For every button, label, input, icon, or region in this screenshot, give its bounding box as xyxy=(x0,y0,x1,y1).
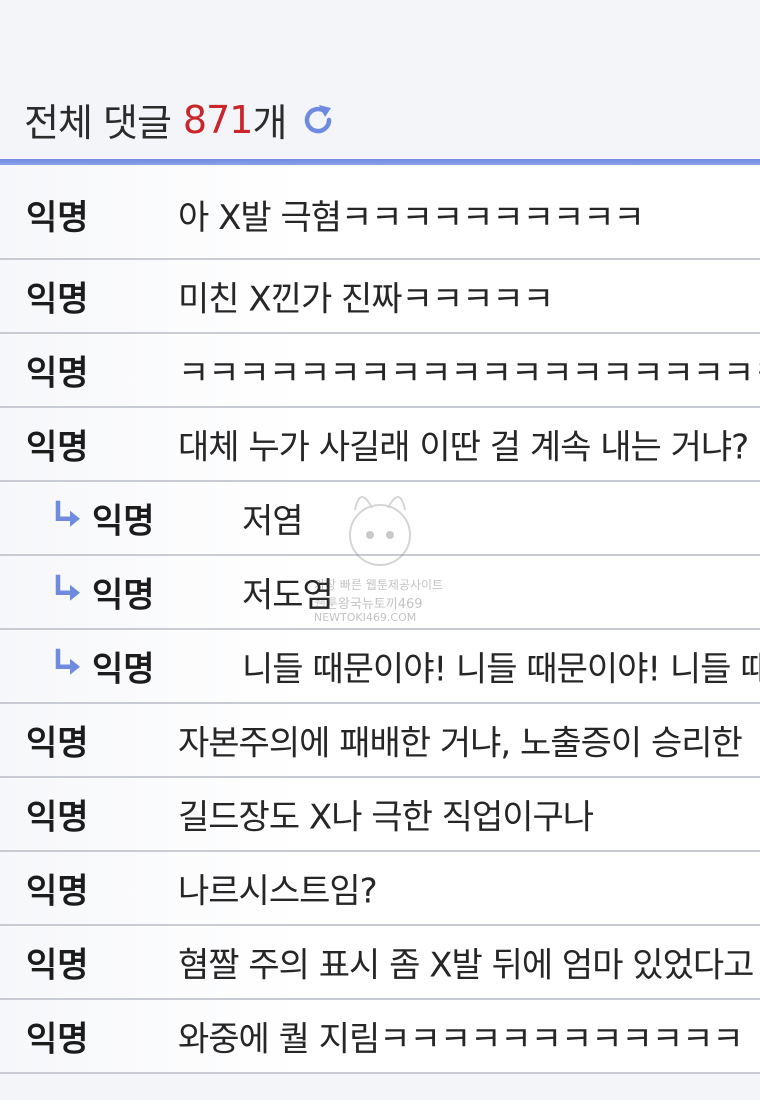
comment-text: 혐짤 주의 표시 좀 X발 뒤에 엄마 있었다고 xyxy=(178,945,754,986)
comments-header: 전체 댓글 871 개 xyxy=(0,0,760,160)
comment-text: 저도염 xyxy=(242,575,334,616)
comment-text: 저염 xyxy=(242,501,304,542)
comment-text: 대체 누가 사길래 이딴 걸 계속 내는 거냐? xyxy=(178,427,749,468)
reply-arrow-icon xyxy=(55,648,80,675)
comment-row: 익명 대체 누가 사길래 이딴 걸 계속 내는 거냐? xyxy=(0,408,760,482)
comment-author[interactable]: 익명 xyxy=(92,568,155,617)
reply-arrow-icon xyxy=(55,574,80,601)
comment-author[interactable]: 익명 xyxy=(26,346,89,395)
comment-row: 익명 나르시스트임? xyxy=(0,852,760,926)
comment-author[interactable]: 익명 xyxy=(92,494,155,543)
comment-text: 자본주의에 패배한 거냐, 노출증이 승리한 xyxy=(178,723,743,764)
comment-count-title: 전체 댓글 871 개 xyxy=(24,92,336,147)
comment-text: 아 X발 극혐ㅋㅋㅋㅋㅋㅋㅋㅋㅋㅋ xyxy=(178,197,645,238)
comment-title-label: 전체 댓글 xyxy=(24,101,172,145)
reply-row: 익명 니들 때문이야! 니들 때문이야! 니들 때 xyxy=(0,630,760,704)
comment-count: 871 xyxy=(182,97,254,142)
comment-author[interactable]: 익명 xyxy=(26,790,89,839)
comment-text: 길드장도 X나 극한 직업이구나 xyxy=(178,797,594,838)
comment-row: 익명 미친 X낀가 진짜ㅋㅋㅋㅋㅋ xyxy=(0,260,760,334)
refresh-icon[interactable] xyxy=(300,102,336,138)
comment-row: 익명 자본주의에 패배한 거냐, 노출증이 승리한 xyxy=(0,704,760,778)
comment-row: 익명 와중에 퀄 지림ㅋㅋㅋㅋㅋㅋㅋㅋㅋㅋㅋㅋ xyxy=(0,1000,760,1074)
comment-author[interactable]: 익명 xyxy=(26,938,89,987)
comment-row: 익명 혐짤 주의 표시 좀 X발 뒤에 엄마 있었다고 xyxy=(0,926,760,1000)
comment-row: 익명 아 X발 극혐ㅋㅋㅋㅋㅋㅋㅋㅋㅋㅋ xyxy=(0,165,760,260)
comment-author[interactable]: 익명 xyxy=(92,642,155,691)
comment-text: 니들 때문이야! 니들 때문이야! 니들 때 xyxy=(242,649,760,690)
comment-author[interactable]: 익명 xyxy=(26,1012,89,1061)
comment-row: 익명 ㅋㅋㅋㅋㅋㅋㅋㅋㅋㅋㅋㅋㅋㅋㅋㅋㅋㅋㅋㅋㅋㅋㅋㅋ xyxy=(0,334,760,408)
reply-row: 익명 저도염 xyxy=(0,556,760,630)
comment-text: 나르시스트임? xyxy=(178,871,378,912)
comment-author[interactable]: 익명 xyxy=(26,716,89,765)
comment-text: ㅋㅋㅋㅋㅋㅋㅋㅋㅋㅋㅋㅋㅋㅋㅋㅋㅋㅋㅋㅋㅋㅋㅋㅋ xyxy=(178,353,760,394)
comment-author[interactable]: 익명 xyxy=(26,420,89,469)
comment-author[interactable]: 익명 xyxy=(26,189,89,238)
comment-list: 익명 아 X발 극혐ㅋㅋㅋㅋㅋㅋㅋㅋㅋㅋ 익명 미친 X낀가 진짜ㅋㅋㅋㅋㅋ 익… xyxy=(0,165,760,1074)
comment-text: 미친 X낀가 진짜ㅋㅋㅋㅋㅋ xyxy=(178,279,554,320)
reply-arrow-icon xyxy=(55,500,80,527)
comment-row: 익명 길드장도 X나 극한 직업이구나 xyxy=(0,778,760,852)
comment-author[interactable]: 익명 xyxy=(26,272,89,321)
comment-text: 와중에 퀄 지림ㅋㅋㅋㅋㅋㅋㅋㅋㅋㅋㅋㅋ xyxy=(178,1019,744,1060)
comment-author[interactable]: 익명 xyxy=(26,864,89,913)
comment-count-unit: 개 xyxy=(252,101,287,145)
reply-row: 익명 저염 xyxy=(0,482,760,556)
